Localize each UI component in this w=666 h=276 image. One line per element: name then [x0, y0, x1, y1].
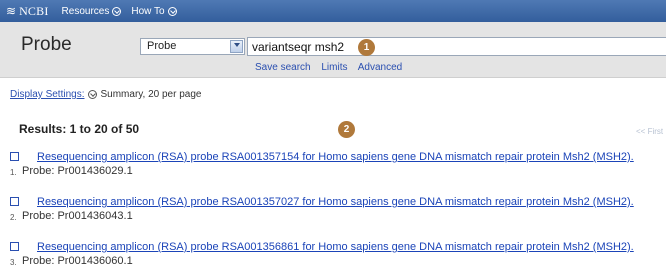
- result-title-link[interactable]: Resequencing amplicon (RSA) probe RSA001…: [37, 241, 634, 253]
- search-links: Save search Limits Advanced: [255, 62, 410, 73]
- result-item: Resequencing amplicon (RSA) probe RSA001…: [0, 241, 666, 275]
- callout-badge-2: 2: [338, 121, 355, 138]
- result-probe-id: Probe: Pr001436029.1: [22, 165, 133, 177]
- chevron-down-icon[interactable]: [88, 90, 98, 99]
- dropdown-arrow-icon[interactable]: [230, 40, 243, 53]
- limits-link[interactable]: Limits: [321, 62, 347, 73]
- advanced-link[interactable]: Advanced: [358, 62, 402, 73]
- ncbi-logo-text: NCBI: [19, 3, 49, 18]
- ncbi-logo[interactable]: ≋ NCBI: [6, 4, 49, 19]
- ncbi-topbar: ≋ NCBI Resources How To: [0, 0, 666, 22]
- howto-menu[interactable]: How To: [131, 5, 177, 17]
- results-count: Results: 1 to 20 of 50: [19, 122, 140, 136]
- save-search-link[interactable]: Save search: [255, 62, 311, 73]
- result-item: Resequencing amplicon (RSA) probe RSA001…: [0, 151, 666, 185]
- search-bar-area: Probe Probe 1 Save search Limits Advance…: [0, 22, 666, 78]
- result-title-link[interactable]: Resequencing amplicon (RSA) probe RSA001…: [37, 151, 634, 163]
- result-number: 2.: [10, 213, 17, 222]
- database-title: Probe: [21, 34, 72, 55]
- result-title-link[interactable]: Resequencing amplicon (RSA) probe RSA001…: [37, 196, 634, 208]
- result-number: 3.: [10, 258, 17, 267]
- result-item: Resequencing amplicon (RSA) probe RSA001…: [0, 196, 666, 230]
- howto-menu-label: How To: [131, 5, 165, 17]
- result-probe-id: Probe: Pr001436043.1: [22, 210, 133, 222]
- result-number: 1.: [10, 168, 17, 177]
- database-select-value: Probe: [147, 40, 177, 52]
- result-probe-id: Probe: Pr001436060.1: [22, 255, 133, 267]
- chevron-down-icon: [167, 6, 177, 16]
- display-settings: Display Settings: Summary, 20 per page: [10, 89, 201, 100]
- chevron-down-icon: [112, 6, 122, 16]
- result-checkbox[interactable]: [10, 242, 19, 251]
- display-settings-value: Summary, 20 per page: [100, 89, 202, 100]
- result-checkbox[interactable]: [10, 152, 19, 161]
- resources-menu-label: Resources: [61, 5, 110, 17]
- callout-badge-1: 1: [358, 39, 375, 56]
- database-select[interactable]: Probe: [140, 38, 245, 55]
- first-page-link[interactable]: << First: [636, 127, 663, 136]
- result-checkbox[interactable]: [10, 197, 19, 206]
- search-input[interactable]: [247, 37, 666, 56]
- display-settings-link[interactable]: Display Settings:: [10, 89, 84, 100]
- resources-menu[interactable]: Resources: [62, 6, 122, 17]
- ncbi-logo-icon: ≋: [6, 4, 17, 18]
